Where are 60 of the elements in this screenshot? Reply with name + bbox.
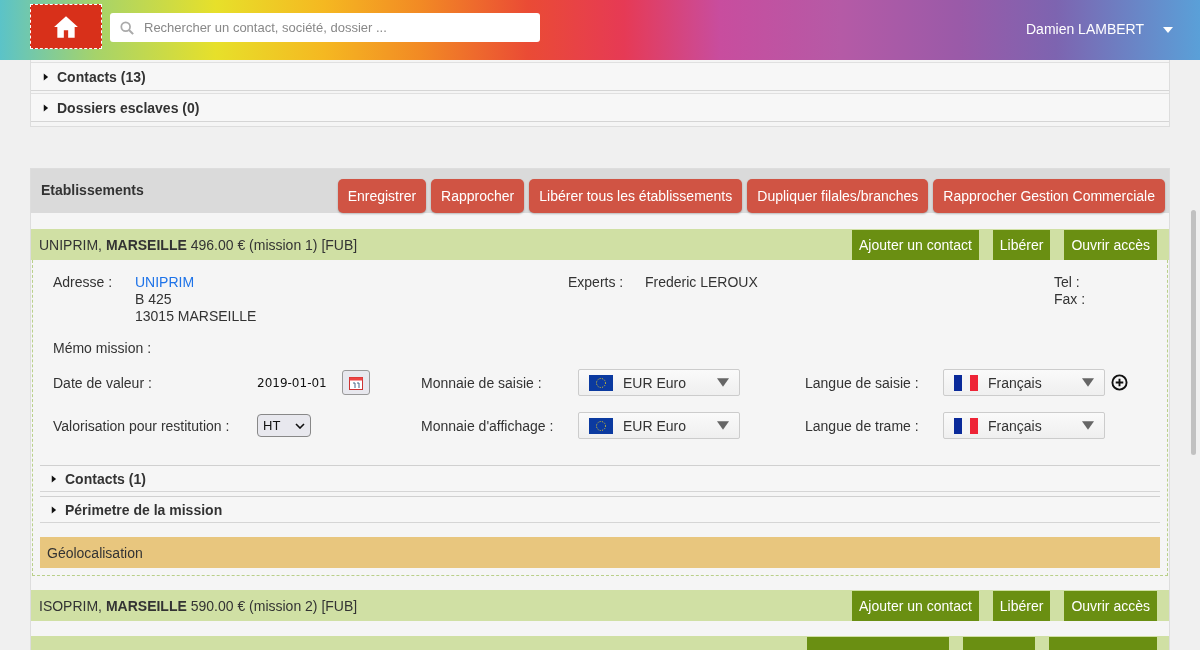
accordion-header[interactable]: Contacts (1) xyxy=(40,465,1160,492)
field-label: Valorisation pour restitution : xyxy=(53,417,231,434)
geolocation-bar[interactable]: Géolocalisation xyxy=(40,537,1160,568)
accordion-header[interactable]: Contacts (13) xyxy=(31,62,1169,91)
dropdown-caret-icon[interactable] xyxy=(1163,27,1173,33)
establishment-header[interactable]: ISOPRIM, MARSEILLE 590.00 € (mission 2) [FUB] Ajouter un contact Libérer Ouvrir accès xyxy=(31,590,1169,621)
action-button[interactable]: Ajouter un contact xyxy=(851,229,979,260)
action-button[interactable]: Ouvrir accès xyxy=(1064,590,1157,621)
address-line: 13015 MARSEILLE xyxy=(135,308,258,325)
action-button[interactable]: Libérer tous les établissements xyxy=(529,179,743,213)
action-button[interactable]: Libérer xyxy=(992,229,1051,260)
france-flag-icon xyxy=(954,374,978,391)
dropdown[interactable]: HT xyxy=(257,414,311,437)
establishment-title: ISOPRIM, MARSEILLE 590.00 € (mission 2) [FUB] xyxy=(39,597,359,614)
dropdown[interactable]: Français xyxy=(943,412,1105,439)
eu-flag-icon xyxy=(589,417,613,434)
calendar-button[interactable] xyxy=(341,370,370,395)
dropdown[interactable]: EUR Euro xyxy=(578,369,740,396)
caret-down-icon xyxy=(1082,421,1094,430)
scrollbar-thumb[interactable] xyxy=(1191,210,1196,455)
accordion-header[interactable]: Périmetre de la mission xyxy=(40,496,1160,523)
dropdown[interactable]: Français xyxy=(943,369,1105,396)
field-label: Langue de saisie : xyxy=(805,374,920,391)
field-label: Experts : xyxy=(568,274,625,291)
action-button[interactable]: Dupliquer filales/branches xyxy=(747,179,929,213)
action-button[interactable]: Libérer xyxy=(992,590,1051,621)
home-button[interactable] xyxy=(30,4,102,49)
action-button[interactable]: Ajouter un contact xyxy=(851,590,979,621)
address-line: B 425 xyxy=(135,291,173,308)
calendar-icon xyxy=(347,374,364,391)
france-flag-icon xyxy=(954,417,978,434)
add-icon[interactable] xyxy=(1111,374,1128,391)
establishment-title: UNIPRIM, MARSEILLE 496.00 € (mission 1) [FUB] xyxy=(39,236,359,253)
field-label: Monnaie de saisie : xyxy=(421,374,543,391)
field-label: Fax : xyxy=(1054,291,1087,308)
accordion-header[interactable]: Dossiers esclaves (0) xyxy=(31,93,1169,122)
caret-down-icon xyxy=(717,421,729,430)
field-label: Monnaie d'affichage : xyxy=(421,417,555,434)
date-value[interactable]: 2019-01-01 xyxy=(257,375,327,390)
action-button[interactable]: Rapprocher Gestion Commerciale xyxy=(933,179,1165,213)
company-link[interactable]: UNIPRIM xyxy=(135,274,568,291)
panel-title: Etablissements xyxy=(41,182,145,198)
action-button[interactable]: Rapprocher xyxy=(431,179,525,213)
field-label: Adresse : xyxy=(53,274,114,291)
user-name[interactable]: Damien LAMBERT xyxy=(1026,21,1144,37)
field-label: Date de valeur : xyxy=(53,374,153,391)
expert-name: Frederic LEROUX xyxy=(645,274,759,291)
field-label: Mémo mission : xyxy=(53,340,152,356)
caret-down-icon xyxy=(717,378,729,387)
search-icon xyxy=(120,21,134,35)
action-button[interactable]: Ouvrir accès xyxy=(1064,229,1157,260)
chevron-down-icon xyxy=(295,422,305,429)
eu-flag-icon xyxy=(589,374,613,391)
dropdown[interactable]: EUR Euro xyxy=(578,412,740,439)
field-label: Langue de trame : xyxy=(805,417,920,434)
establishment-header[interactable]: UNIPRIM, MARSEILLE 496.00 € (mission 1) [FUB] Ajouter un contact Libérer Ouvrir accès xyxy=(31,229,1169,260)
field-label: Tel : xyxy=(1054,274,1081,291)
search-field[interactable]: Rechercher un contact, société, dossier ... xyxy=(110,13,540,42)
caret-down-icon xyxy=(1082,378,1094,387)
action-button[interactable]: Enregistrer xyxy=(337,179,427,213)
